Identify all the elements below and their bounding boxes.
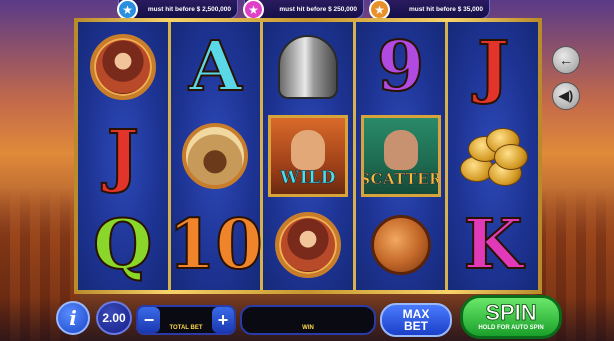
- symbol-letter: Q: [92, 205, 153, 286]
- reel-symbol: 9: [361, 27, 441, 107]
- reel-4: 9 SCATTER: [355, 22, 446, 290]
- spin-label: SPIN: [485, 300, 537, 325]
- win-label: WIN: [302, 325, 314, 331]
- reel-symbol: [268, 205, 348, 285]
- symbol-letter: 10: [167, 205, 264, 286]
- reel-symbol: [83, 27, 163, 107]
- background-buildings-left: [0, 0, 78, 341]
- jackpot-grand: ★ must hit before $ 2,500,000: [117, 0, 238, 20]
- increase-bet-button[interactable]: +: [212, 307, 234, 333]
- chariot-icon: [182, 122, 249, 189]
- shield-sword-icon: [370, 215, 431, 276]
- star-icon: ★: [369, 0, 390, 20]
- reels-grid: J Q A 10 WILD 9 SCATTER J K: [78, 22, 538, 290]
- bet-value: 2.00: [96, 301, 132, 335]
- control-bar: i 2.00 − TOTAL BET + WIN MAX BET SPIN HO…: [0, 295, 614, 341]
- spin-button[interactable]: SPIN HOLD FOR AUTO SPIN: [460, 295, 562, 339]
- info-button[interactable]: i: [56, 301, 90, 335]
- soldier-face-icon: [383, 129, 418, 170]
- total-bet-label: TOTAL BET: [169, 325, 203, 331]
- win-panel: WIN: [240, 305, 376, 335]
- arrow-left-icon: ←: [559, 52, 573, 68]
- reel-symbol: Q: [83, 205, 163, 285]
- star-icon: ★: [117, 0, 138, 20]
- decrease-bet-button[interactable]: −: [138, 307, 160, 333]
- reel-symbol: A: [175, 27, 255, 107]
- symbol-letter: 9: [376, 26, 425, 107]
- woman-portrait-icon: [89, 33, 156, 100]
- jackpot-minor-text: must hit before $ 35,000: [408, 5, 483, 13]
- symbol-letter: J: [476, 26, 510, 107]
- reel-frame: J Q A 10 WILD 9 SCATTER J K: [74, 18, 542, 294]
- wild-symbol: WILD: [267, 114, 348, 197]
- coin-icon: [494, 143, 529, 170]
- scatter-label: SCATTER: [360, 169, 441, 189]
- symbol-letter: A: [188, 26, 243, 107]
- reel-symbol: SCATTER: [360, 114, 441, 197]
- scatter-symbol: SCATTER: [360, 114, 441, 197]
- symbol-letter: J: [106, 115, 140, 196]
- reel-symbol: WILD: [267, 114, 348, 197]
- spin-sublabel: HOLD FOR AUTO SPIN: [478, 325, 544, 331]
- reel-symbol: [361, 205, 441, 285]
- sound-button[interactable]: ◀): [552, 82, 580, 110]
- total-bet-panel: − TOTAL BET +: [136, 305, 236, 335]
- info-icon: i: [69, 306, 77, 330]
- back-button[interactable]: ←: [552, 46, 580, 74]
- emperor-face-icon: [290, 129, 325, 170]
- reel-symbol: [175, 116, 255, 196]
- reel-symbol: [453, 116, 533, 196]
- reel-symbol: [268, 27, 348, 107]
- reel-symbol: 10: [167, 205, 264, 285]
- jackpot-grand-text: must hit before $ 2,500,000: [147, 5, 231, 13]
- jackpot-major-text: must hit before $ 250,000: [279, 5, 357, 13]
- reel-symbol: J: [453, 27, 533, 107]
- gold-coins-icon: [458, 126, 529, 186]
- reel-3: WILD: [263, 22, 353, 290]
- reel-symbol: K: [453, 205, 533, 285]
- star-icon: ★: [243, 0, 264, 20]
- gladiator-helmet-icon: [277, 34, 338, 99]
- max-bet-button[interactable]: MAX BET: [380, 303, 452, 337]
- symbol-letter: K: [463, 205, 524, 286]
- jackpot-minor: ★ must hit before $ 35,000: [369, 0, 490, 20]
- woman-portrait-icon: [274, 212, 341, 279]
- reel-5: JK: [448, 22, 538, 290]
- speaker-icon: ◀): [558, 88, 574, 103]
- reel-2: A 10: [167, 22, 264, 290]
- max-bet-label-line2: BET: [404, 319, 428, 333]
- jackpot-major: ★ must hit before $ 250,000: [243, 0, 364, 20]
- reel-1: JQ: [78, 22, 168, 290]
- reel-symbol: J: [83, 116, 163, 196]
